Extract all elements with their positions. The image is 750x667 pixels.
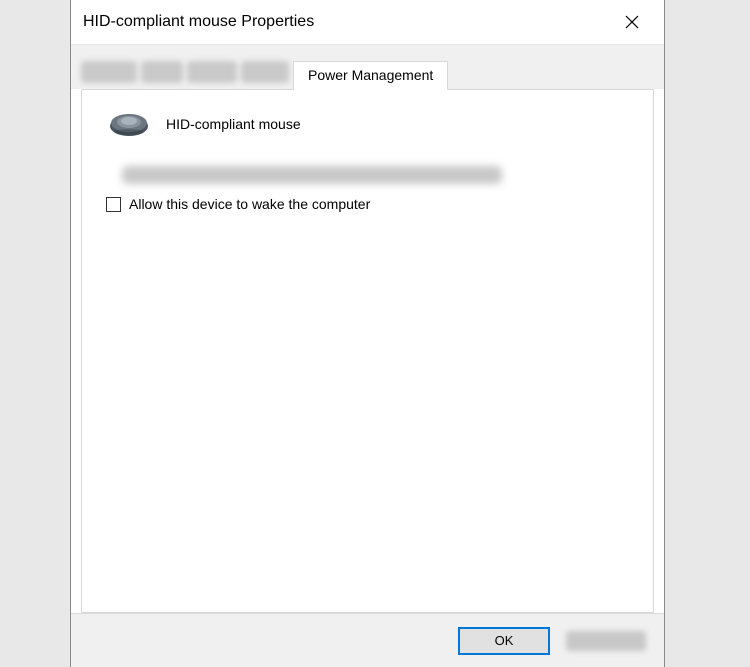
checkbox-wake[interactable]	[106, 197, 121, 212]
tab-hidden-2[interactable]	[141, 61, 183, 83]
device-name: HID-compliant mouse	[166, 116, 301, 132]
tab-strip: Power Management	[71, 45, 664, 89]
ok-button[interactable]: OK	[458, 627, 550, 655]
tab-power-management[interactable]: Power Management	[293, 61, 448, 90]
checkbox-wake-label: Allow this device to wake the computer	[129, 196, 370, 212]
option-hidden-1[interactable]	[122, 166, 502, 184]
tab-hidden-1[interactable]	[81, 61, 137, 83]
tab-hidden-3[interactable]	[187, 61, 237, 83]
dialog-title: HID-compliant mouse Properties	[83, 13, 612, 31]
dialog-buttons: OK	[71, 613, 664, 667]
tab-content: HID-compliant mouse Allow this device to…	[81, 89, 654, 613]
option-wake-computer[interactable]: Allow this device to wake the computer	[104, 196, 631, 212]
tab-hidden-4[interactable]	[241, 61, 289, 83]
properties-dialog: HID-compliant mouse Properties Power Man…	[70, 0, 665, 667]
cancel-button-hidden[interactable]	[566, 631, 646, 651]
close-icon	[625, 15, 639, 29]
mouse-icon	[108, 110, 150, 138]
titlebar: HID-compliant mouse Properties	[71, 0, 664, 45]
close-button[interactable]	[612, 2, 652, 42]
device-header: HID-compliant mouse	[104, 110, 631, 138]
